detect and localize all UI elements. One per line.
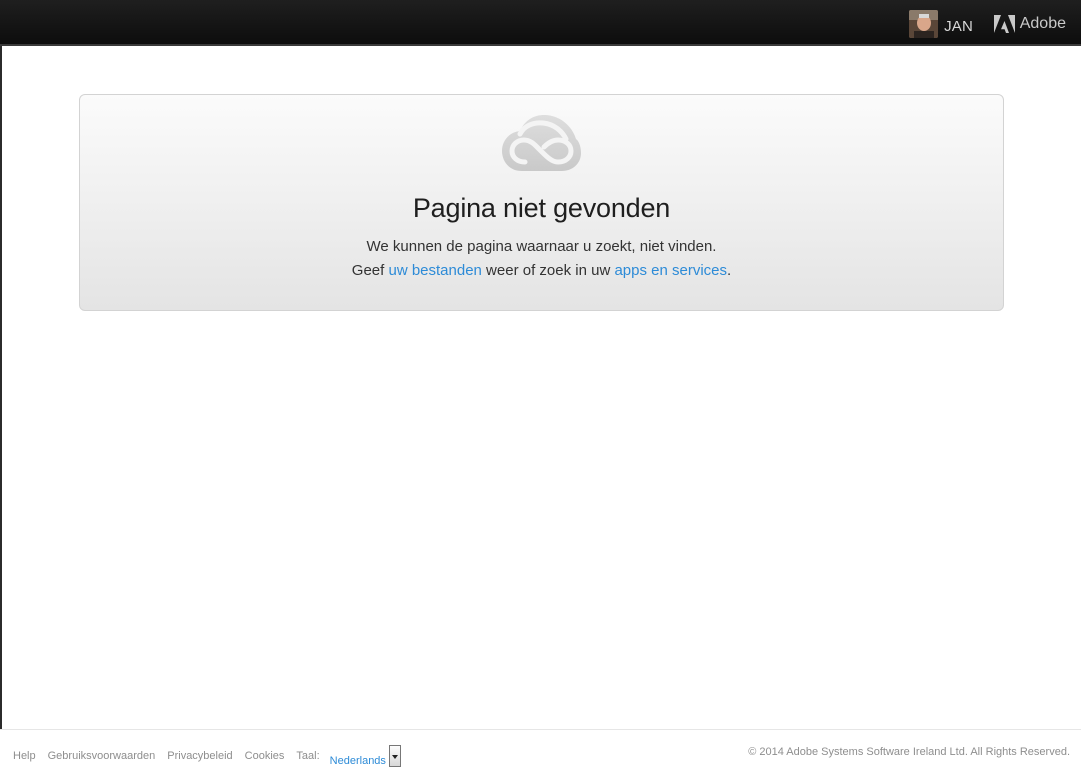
apps-services-link[interactable]: apps en services (614, 262, 727, 279)
language-label: Taal: (296, 750, 320, 762)
creative-cloud-icon (502, 115, 581, 171)
help-message-suffix: . (727, 262, 732, 279)
adobe-menu[interactable]: Adobe (993, 13, 1066, 35)
avatar (909, 10, 939, 38)
adobe-brand-label: Adobe (1019, 15, 1066, 32)
privacy-link[interactable]: Privacybeleid (167, 750, 232, 762)
page-title: Pagina niet gevonden (412, 193, 671, 223)
footer: Help Gebruiksvoorwaarden Privacybeleid C… (0, 729, 1081, 773)
user-menu[interactable]: JAN (909, 10, 973, 38)
user-photo-icon (909, 10, 939, 38)
error-panel: Pagina niet gevonden We kunnen de pagina… (79, 94, 1004, 311)
language-select[interactable]: Nederlands (330, 745, 401, 767)
error-message: We kunnen de pagina waarnaar u zoekt, ni… (366, 238, 717, 255)
help-link[interactable]: Help (13, 750, 36, 762)
help-message: Geef uw bestanden weer of zoek in uw app… (80, 262, 1003, 279)
copyright-text: © 2014 Adobe Systems Software Ireland Lt… (748, 746, 1070, 758)
chevron-down-icon[interactable] (388, 745, 401, 767)
cookies-link[interactable]: Cookies (245, 750, 285, 762)
adobe-logo-icon (993, 15, 1015, 33)
language-select-value[interactable]: Nederlands (330, 747, 386, 767)
footer-links: Help Gebruiksvoorwaarden Privacybeleid C… (13, 745, 401, 767)
top-navigation-bar: JAN Adobe (0, 0, 1081, 46)
terms-link[interactable]: Gebruiksvoorwaarden (48, 750, 156, 762)
files-link[interactable]: uw bestanden (388, 262, 481, 279)
user-name: JAN (944, 17, 973, 35)
help-message-middle: weer of zoek in uw (481, 262, 615, 279)
left-window-edge (0, 0, 2, 773)
help-message-prefix: Geef (351, 262, 389, 279)
